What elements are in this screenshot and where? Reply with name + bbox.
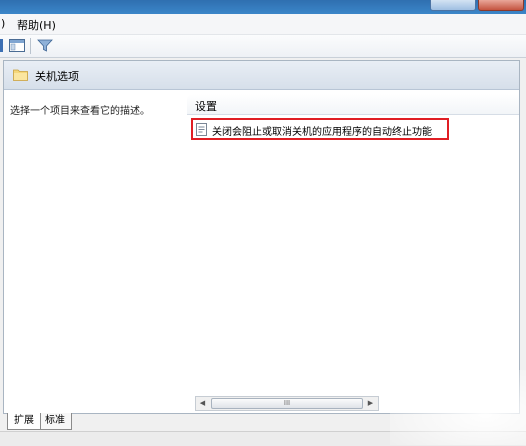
toolbar-separator bbox=[30, 38, 31, 54]
screen-glare bbox=[390, 370, 526, 445]
pane-header: 关机选项 bbox=[4, 61, 519, 90]
policy-row-label: 关闭会阻止或取消关机的应用程序的自动终止功能 bbox=[212, 127, 432, 138]
menu-item-help[interactable]: 帮助(H) bbox=[17, 17, 56, 33]
scroll-left-icon[interactable]: ◀ bbox=[196, 397, 209, 410]
window-control-buttons[interactable] bbox=[430, 0, 476, 11]
window-title-bar bbox=[0, 0, 526, 14]
policy-row[interactable]: 关闭会阻止或取消关机的应用程序的自动终止功能 bbox=[191, 118, 449, 140]
policy-pane: 关机选项 选择一个项目来查看它的描述。 设置 关闭会阻止或取消关机的应用程序的自… bbox=[3, 60, 520, 414]
settings-list: 设置 关闭会阻止或取消关机的应用程序的自动终止功能 bbox=[187, 90, 519, 412]
description-text: 选择一个项目来查看它的描述。 bbox=[10, 106, 150, 117]
window-close-button[interactable] bbox=[478, 0, 524, 11]
pane-title: 关机选项 bbox=[35, 70, 79, 83]
menu-bar: ) 帮助(H) bbox=[0, 14, 526, 35]
toolbar bbox=[0, 35, 526, 58]
menu-item-partial[interactable]: ) bbox=[1, 17, 5, 30]
filter-icon[interactable] bbox=[37, 39, 53, 52]
scroll-thumb[interactable]: III bbox=[211, 398, 363, 409]
folder-icon bbox=[13, 69, 28, 81]
column-header-label: 设置 bbox=[195, 100, 217, 113]
tab-standard[interactable]: 标准 bbox=[38, 413, 72, 430]
column-header-settings[interactable]: 设置 bbox=[187, 94, 519, 115]
policy-setting-icon bbox=[196, 123, 207, 136]
view-toggle-icon[interactable] bbox=[9, 39, 25, 52]
toolbar-edge-icon[interactable] bbox=[0, 39, 3, 52]
scroll-right-icon[interactable]: ▶ bbox=[364, 397, 377, 410]
horizontal-scrollbar[interactable]: ◀ III ▶ bbox=[195, 396, 379, 411]
tab-extended[interactable]: 扩展 bbox=[7, 413, 41, 430]
